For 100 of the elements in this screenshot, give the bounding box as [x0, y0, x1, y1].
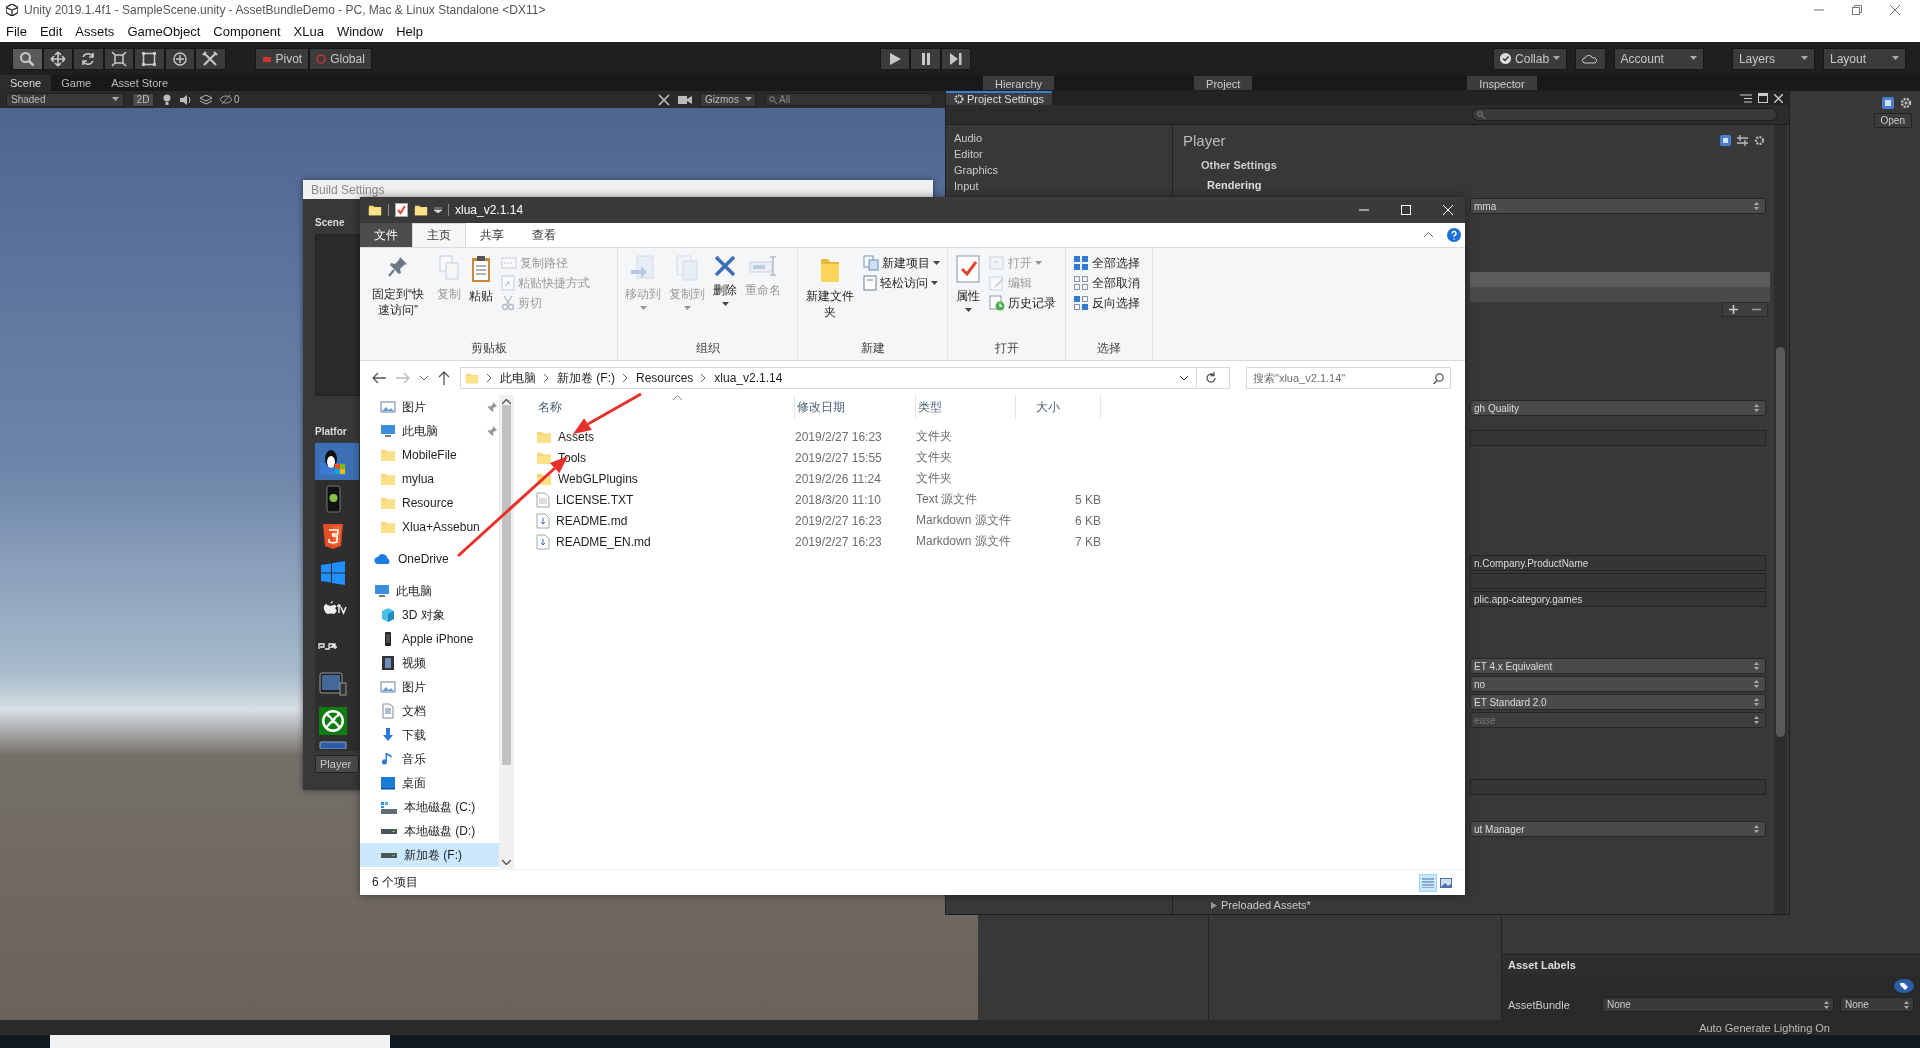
section-heading: Rendering	[1206, 178, 1263, 193]
window-tab[interactable]: Project Settings	[946, 91, 1053, 105]
file-name[interactable]: WebGLPlugins	[558, 471, 638, 486]
account-button[interactable]: Account	[1613, 47, 1704, 70]
setting-dropdown[interactable]: no	[1470, 676, 1766, 692]
search-field[interactable]: 搜索"xlua_v2.1.14"	[1246, 367, 1451, 389]
setting-dropdown[interactable]: gh Quality	[1470, 400, 1766, 416]
section-heading: Scene	[315, 217, 345, 228]
pivot-button[interactable]: Pivot	[254, 47, 310, 70]
view-tab[interactable]: Game	[51, 75, 102, 91]
foldout-header[interactable]: Other Settings	[1173, 155, 1789, 175]
breadcrumb[interactable]: Resources	[636, 371, 694, 385]
column-header[interactable]: 修改日期	[795, 395, 916, 419]
nav-item[interactable]: 此电脑	[360, 419, 499, 443]
foldout-item[interactable]: Preloaded Assets*	[1173, 899, 1789, 914]
nav-item[interactable]: 本地磁盘 (C:)	[360, 795, 499, 819]
mode-2d-button[interactable]: 2D	[132, 92, 154, 107]
ribbon-tab[interactable]: 文件	[360, 223, 412, 247]
setting-dropdown[interactable]: ET Standard 2.0	[1470, 694, 1766, 710]
nav-item[interactable]: 文档	[360, 699, 499, 723]
ribbon-button[interactable]: 反向选择	[1070, 294, 1143, 312]
setting-dropdown[interactable]: ET 4.x Equivalent	[1470, 658, 1766, 674]
setting-dropdown[interactable]: mma	[1470, 198, 1766, 214]
player-button[interactable]: Player	[315, 755, 359, 773]
file-name[interactable]: README.md	[556, 513, 628, 528]
nav-item[interactable]: 视频	[360, 651, 499, 675]
nav-item[interactable]: OneDrive	[360, 547, 499, 571]
nav-item[interactable]: 音乐	[360, 747, 499, 771]
category-item[interactable]: Editor	[954, 147, 1172, 161]
nav-item[interactable]: Apple iPhone	[360, 627, 499, 651]
hidden-count[interactable]: 0	[220, 94, 240, 105]
nav-item[interactable]: 此电脑	[360, 579, 499, 603]
gizmos-dropdown[interactable]: Gizmos	[700, 92, 756, 107]
group-label: 打开	[993, 340, 1020, 357]
nav-item[interactable]: mylua	[360, 467, 499, 491]
menu-item[interactable]: Assets	[75, 23, 115, 39]
shading-dropdown[interactable]: Shaded	[6, 92, 124, 107]
column-header[interactable]: 大小	[1016, 395, 1101, 419]
menu-item[interactable]: Edit	[39, 23, 63, 39]
setting-dropdown[interactable]: ut Manager	[1470, 821, 1766, 837]
breadcrumb[interactable]: xlua_v2.1.14	[714, 371, 783, 385]
nav-item[interactable]: 本地磁盘 (D:)	[360, 819, 499, 843]
group-label: 组织	[694, 340, 721, 357]
nav-item[interactable]: MobileFile	[360, 443, 499, 467]
ribbon-button[interactable]: 粘贴	[466, 252, 496, 340]
menu-item[interactable]: File	[6, 23, 27, 39]
ribbon-button[interactable]: 新建项目	[860, 254, 943, 272]
file-name[interactable]: README_EN.md	[556, 534, 651, 549]
ribbon-tab[interactable]: 共享	[466, 223, 518, 247]
ribbon-button[interactable]: 历史记录	[986, 294, 1059, 312]
ribbon-tab[interactable]: 主页	[412, 223, 466, 247]
nav-item[interactable]: 下载	[360, 723, 499, 747]
open-button[interactable]: Open	[1873, 113, 1912, 128]
menu-item[interactable]: XLua	[293, 23, 324, 39]
column-header[interactable]: 类型	[916, 395, 1016, 419]
file-name[interactable]: Assets	[558, 429, 594, 444]
ribbon-button[interactable]: 轻松访问	[860, 274, 943, 292]
ribbon-button[interactable]: 属性	[952, 252, 984, 340]
bundle-name-dropdown[interactable]: None	[1602, 997, 1834, 1012]
breadcrumb[interactable]: 新加卷 (F:)	[557, 369, 615, 387]
column-header[interactable]: 名称	[536, 395, 795, 419]
nav-item[interactable]: Resource	[360, 491, 499, 515]
breadcrumb[interactable]: 此电脑	[500, 369, 536, 387]
menu-item[interactable]: Help	[396, 23, 423, 39]
nav-item[interactable]: 桌面	[360, 771, 499, 795]
date-cell: 2019/2/26 11:24	[795, 471, 881, 486]
layout-button[interactable]: Layout	[1822, 47, 1906, 70]
window-title: xlua_v2.1.14	[455, 203, 524, 217]
category-item[interactable]: Input	[954, 179, 1172, 193]
ribbon-tab[interactable]: 查看	[518, 223, 570, 247]
search-field[interactable]: All	[764, 93, 934, 106]
view-tab[interactable]: Scene	[0, 75, 52, 91]
date-cell: 2018/3/20 11:10	[795, 492, 881, 507]
nav-item[interactable]: Xlua+Assebun	[360, 515, 499, 539]
nav-item[interactable]: 图片	[360, 395, 499, 419]
setting-field[interactable]: n.Company.ProductName	[1470, 555, 1766, 571]
layers-button[interactable]: Layers	[1731, 47, 1815, 70]
ribbon-button[interactable]: 固定到“快速访问”	[364, 252, 432, 340]
field-label: AssetBundle	[1508, 998, 1571, 1011]
address-bar[interactable]: 此电脑 新加卷 (F:) Resources xlua_v2.1.14	[460, 367, 1230, 389]
view-tab[interactable]: Asset Store	[101, 75, 179, 91]
menu-item[interactable]: Component	[213, 23, 281, 39]
menu-item[interactable]: Window	[336, 23, 384, 39]
nav-item[interactable]: 新加卷 (F:)	[360, 843, 499, 867]
setting-field[interactable]: plic.app-category.games	[1470, 591, 1766, 607]
bundle-variant-dropdown[interactable]: None	[1840, 997, 1914, 1012]
category-item[interactable]: Audio	[954, 131, 1172, 145]
ribbon-button[interactable]: 新建文件夹	[802, 252, 858, 340]
type-cell: Markdown 源文件	[916, 534, 1011, 548]
collab-button[interactable]: Collab	[1493, 47, 1568, 70]
ribbon-button[interactable]: 删除	[710, 252, 740, 340]
global-button[interactable]: Global	[309, 47, 372, 70]
nav-item[interactable]: 图片	[360, 675, 499, 699]
ribbon-button[interactable]: 全部选择	[1070, 254, 1143, 272]
window-title: Build Settings	[303, 180, 933, 199]
file-name[interactable]: LICENSE.TXT	[556, 492, 634, 507]
nav-item[interactable]: 3D 对象	[360, 603, 499, 627]
menu-item[interactable]: GameObject	[127, 23, 201, 39]
category-item[interactable]: Graphics	[954, 163, 1172, 177]
ribbon-button[interactable]: 全部取消	[1070, 274, 1143, 292]
